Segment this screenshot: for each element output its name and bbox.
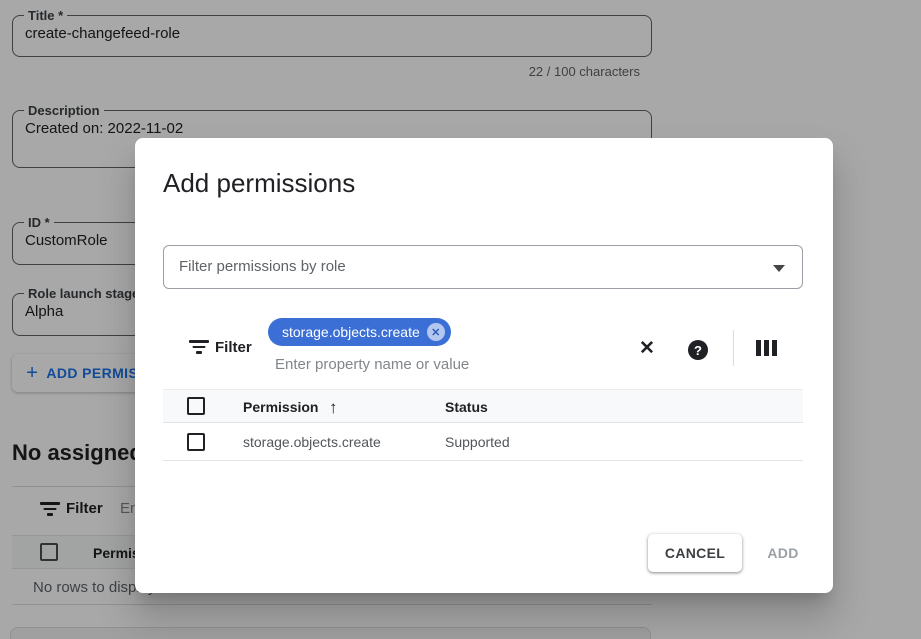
add-permissions-dialog: Add permissions Filter permissions by ro…: [135, 138, 833, 593]
cancel-button[interactable]: CANCEL: [648, 534, 742, 572]
row-checkbox[interactable]: [187, 433, 205, 451]
row-permission-cell: storage.objects.create: [243, 434, 381, 450]
filter-icon: [189, 340, 209, 359]
remove-chip-icon[interactable]: ✕: [427, 323, 445, 341]
dropdown-value: Filter permissions by role: [179, 258, 346, 275]
sort-ascending-icon[interactable]: ↑: [329, 398, 338, 418]
table-row[interactable]: storage.objects.create Supported: [163, 424, 803, 461]
dialog-table-header: Permission ↑ Status: [163, 389, 803, 423]
permission-column-header[interactable]: Permission: [243, 399, 318, 415]
row-status-cell: Supported: [445, 434, 510, 450]
select-all-checkbox[interactable]: [187, 397, 205, 415]
clear-filters-icon[interactable]: ✕: [635, 336, 659, 360]
help-icon[interactable]: ?: [686, 338, 710, 362]
chevron-down-icon: [773, 265, 785, 272]
filter-input-placeholder[interactable]: Enter property name or value: [275, 356, 469, 373]
toolbar-divider: [733, 330, 734, 366]
add-button[interactable]: ADD: [755, 534, 811, 572]
dialog-filter-label[interactable]: Filter: [215, 339, 252, 356]
filter-chip[interactable]: storage.objects.create ✕: [268, 318, 451, 346]
create-role-page: Title * create-changefeed-role 22 / 100 …: [0, 0, 921, 639]
status-column-header[interactable]: Status: [445, 399, 488, 415]
filter-permissions-by-role-dropdown[interactable]: Filter permissions by role: [163, 245, 803, 289]
columns-icon[interactable]: [756, 340, 777, 356]
filter-chip-label: storage.objects.create: [282, 324, 420, 340]
dialog-title: Add permissions: [163, 168, 355, 199]
